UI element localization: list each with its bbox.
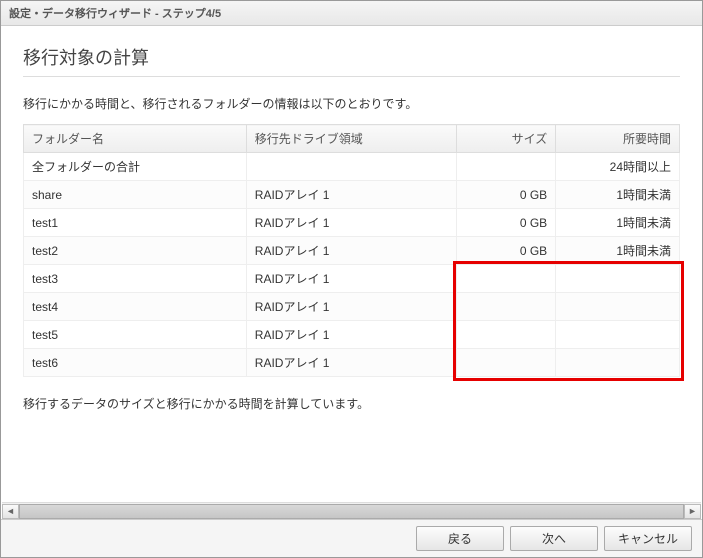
cell-time: 1時間未満 [556, 209, 680, 237]
cell-time [556, 349, 680, 377]
table-row[interactable]: test6RAIDアレイ 1 [24, 349, 680, 377]
cell-folder: test1 [24, 209, 247, 237]
cell-drive: RAIDアレイ 1 [246, 321, 456, 349]
cell-time [556, 321, 680, 349]
cell-size [457, 349, 556, 377]
col-header-time[interactable]: 所要時間 [556, 125, 680, 153]
table-row[interactable]: test4RAIDアレイ 1 [24, 293, 680, 321]
col-header-drive[interactable]: 移行先ドライブ領域 [246, 125, 456, 153]
cell-time [556, 265, 680, 293]
cell-drive: RAIDアレイ 1 [246, 237, 456, 265]
table-row[interactable]: test1RAIDアレイ 10 GB1時間未満 [24, 209, 680, 237]
cell-folder: test5 [24, 321, 247, 349]
cell-folder: test3 [24, 265, 247, 293]
status-text: 移行するデータのサイズと移行にかかる時間を計算しています。 [23, 395, 680, 412]
scrollbar-track[interactable] [19, 504, 684, 519]
content-area: 移行対象の計算 移行にかかる時間と、移行されるフォルダーの情報は以下のとおりです… [1, 26, 702, 519]
cell-folder: test6 [24, 349, 247, 377]
folder-table: フォルダー名 移行先ドライブ領域 サイズ 所要時間 全フォルダーの合計 24時間以… [23, 124, 680, 377]
cell-size [457, 265, 556, 293]
cell-size: 0 GB [457, 237, 556, 265]
cell-time: 1時間未満 [556, 181, 680, 209]
scroll-right-icon[interactable]: ► [684, 504, 701, 519]
table-row[interactable]: 全フォルダーの合計 24時間以上 [24, 153, 680, 181]
cell-size: 0 GB [457, 181, 556, 209]
scroll-left-icon[interactable]: ◄ [2, 504, 19, 519]
window-titlebar: 設定・データ移行ウィザード - ステップ4/5 [1, 1, 702, 26]
wizard-window: 設定・データ移行ウィザード - ステップ4/5 移行対象の計算 移行にかかる時間… [0, 0, 703, 558]
wizard-footer: 戻る 次へ キャンセル [1, 519, 702, 557]
table-row[interactable]: test3RAIDアレイ 1 [24, 265, 680, 293]
cell-folder: test4 [24, 293, 247, 321]
cell-folder: 全フォルダーの合計 [24, 153, 247, 181]
cell-time: 24時間以上 [556, 153, 680, 181]
cell-drive: RAIDアレイ 1 [246, 293, 456, 321]
col-header-folder[interactable]: フォルダー名 [24, 125, 247, 153]
cell-size [457, 153, 556, 181]
cell-size [457, 321, 556, 349]
cell-time [556, 293, 680, 321]
next-button[interactable]: 次へ [510, 526, 598, 551]
cancel-button[interactable]: キャンセル [604, 526, 692, 551]
folder-table-wrap: フォルダー名 移行先ドライブ領域 サイズ 所要時間 全フォルダーの合計 24時間以… [23, 124, 680, 377]
cell-folder: share [24, 181, 247, 209]
horizontal-scrollbar[interactable]: ◄ ► [2, 502, 701, 519]
cell-drive: RAIDアレイ 1 [246, 209, 456, 237]
cell-time: 1時間未満 [556, 237, 680, 265]
col-header-size[interactable]: サイズ [457, 125, 556, 153]
cell-size: 0 GB [457, 209, 556, 237]
back-button[interactable]: 戻る [416, 526, 504, 551]
cell-drive: RAIDアレイ 1 [246, 349, 456, 377]
cell-drive: RAIDアレイ 1 [246, 181, 456, 209]
page-heading: 移行対象の計算 [23, 44, 680, 70]
table-header-row: フォルダー名 移行先ドライブ領域 サイズ 所要時間 [24, 125, 680, 153]
scrollbar-thumb[interactable] [19, 504, 684, 519]
cell-drive [246, 153, 456, 181]
window-title: 設定・データ移行ウィザード - ステップ4/5 [9, 8, 221, 20]
table-row[interactable]: test5RAIDアレイ 1 [24, 321, 680, 349]
heading-divider [23, 76, 680, 77]
cell-drive: RAIDアレイ 1 [246, 265, 456, 293]
table-row[interactable]: shareRAIDアレイ 10 GB1時間未満 [24, 181, 680, 209]
page-description: 移行にかかる時間と、移行されるフォルダーの情報は以下のとおりです。 [23, 95, 680, 112]
cell-folder: test2 [24, 237, 247, 265]
table-row[interactable]: test2RAIDアレイ 10 GB1時間未満 [24, 237, 680, 265]
cell-size [457, 293, 556, 321]
